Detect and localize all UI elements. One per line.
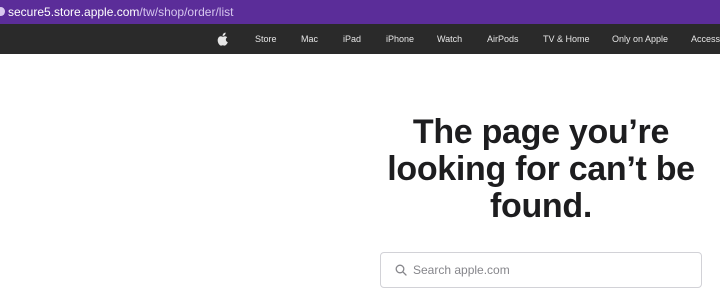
browser-address-bar[interactable]: secure5.store.apple.com/tw/shop/order/li… — [0, 0, 720, 24]
address-url[interactable]: secure5.store.apple.com/tw/shop/order/li… — [8, 4, 233, 20]
global-nav: Store Mac iPad iPhone Watch AirPods TV &… — [0, 24, 720, 54]
search-box[interactable] — [380, 252, 702, 288]
nav-item-accessories[interactable]: Accesso — [691, 24, 720, 54]
nav-item-store[interactable]: Store — [255, 24, 277, 54]
url-host: secure5.store.apple.com — [8, 5, 140, 19]
page-title: The page you’re looking for can’t be fou… — [387, 113, 695, 225]
search-input[interactable] — [413, 261, 683, 279]
nav-item-airpods[interactable]: AirPods — [487, 24, 519, 54]
nav-item-only-on-apple[interactable]: Only on Apple — [612, 24, 668, 54]
search-icon — [395, 264, 407, 276]
url-path: /tw/shop/order/list — [139, 5, 234, 19]
apple-logo-icon[interactable] — [216, 32, 230, 46]
nav-item-tv-home[interactable]: TV & Home — [543, 24, 590, 54]
nav-item-ipad[interactable]: iPad — [343, 24, 361, 54]
site-info-icon[interactable] — [0, 7, 5, 16]
nav-item-iphone[interactable]: iPhone — [386, 24, 414, 54]
nav-item-watch[interactable]: Watch — [437, 24, 462, 54]
nav-item-mac[interactable]: Mac — [301, 24, 318, 54]
